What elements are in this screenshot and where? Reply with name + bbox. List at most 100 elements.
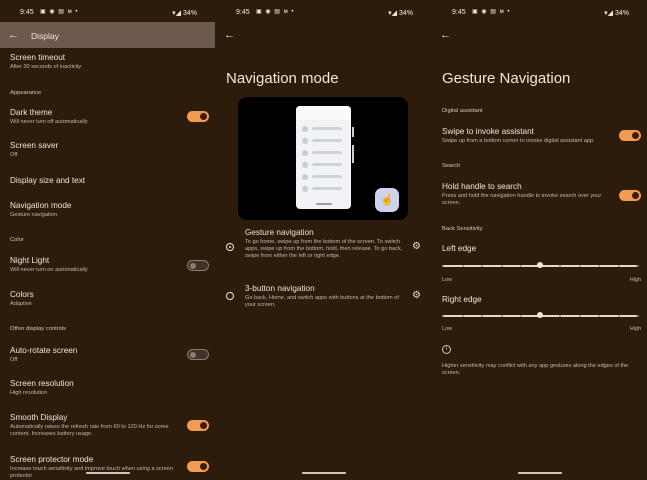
item-subtitle: Will never turn on automatically [10,267,88,273]
status-time: 9:45 [20,9,34,16]
gesture-hand-icon: ☝ [375,188,399,212]
item-subtitle: Press and hold the navigation handle to … [442,193,602,206]
status-bar: 9:45 ▣ ◉ ▤ ᴍ • ▾◢ 34% [216,0,431,24]
auto-rotate-item[interactable]: Auto-rotate screen Off [10,346,205,364]
back-arrow-icon[interactable]: ← [224,29,235,41]
back-arrow-icon[interactable]: ← [440,29,451,41]
notification-icons: ▣ ◉ ▤ ᴍ • [40,9,79,15]
screen-protector-item[interactable]: Screen protector mode Increase touch sen… [10,455,177,480]
option-title: 3-button navigation [245,284,315,293]
status-time: 9:45 [236,9,250,16]
smooth-display-toggle[interactable] [187,420,209,431]
item-subtitle: After 30 seconds of inactivity [10,64,82,70]
dark-theme-item[interactable]: Dark theme Will never turn off automatic… [10,108,205,126]
night-light-toggle[interactable] [187,260,209,271]
slider-tick [578,314,581,317]
item-subtitle: Will never turn off automatically [10,119,88,125]
status-time: 9:45 [452,9,466,16]
section-search: Search [442,163,461,169]
slider-tick [559,314,561,317]
slider-low-label: Low [442,326,453,332]
screen-protector-toggle[interactable] [187,461,209,472]
slider-tick [617,314,620,317]
mockup-side-button [352,145,354,163]
slider-tick [637,314,639,317]
slider-tick [481,314,483,317]
phone-mockup [296,106,351,209]
colors-item[interactable]: Colors Adaptive [10,290,205,308]
slider-tick [442,264,444,267]
page-title: Display [31,31,59,41]
section-appearance: Appearance [10,90,42,96]
slider-high-label: High [629,326,641,332]
right-edge-slider[interactable] [442,312,639,320]
slider-tick [500,264,503,267]
item-subtitle: Adaptive [10,301,32,307]
hold-handle-toggle[interactable] [619,190,641,201]
hold-handle-item[interactable]: Hold handle to search Press and hold the… [442,182,607,207]
item-title: Swipe to invoke assistant [442,127,534,136]
item-title: Display size and text [10,176,86,185]
gesture-navigation-option[interactable]: Gesture navigation To go home, swipe up … [245,228,405,260]
gesture-navigation-radio[interactable] [226,243,234,251]
auto-rotate-toggle[interactable] [187,349,209,360]
battery-indicator: ▾◢ 34% [388,10,413,17]
item-title: Auto-rotate screen [10,346,78,355]
slider-tick [520,314,522,317]
three-button-navigation-radio[interactable] [226,292,234,300]
slider-tick [461,314,464,317]
back-arrow-icon[interactable]: ← [8,29,19,41]
gesture-handle[interactable] [517,472,562,474]
item-title: Hold handle to search [442,182,522,191]
mockup-side-button [352,127,354,137]
status-bar: 9:45 ▣ ◉ ▤ ᴍ • ▾◢ 34% [432,0,647,24]
screen-timeout-item[interactable]: Screen timeout After 30 seconds of inact… [10,53,205,71]
screen-saver-item[interactable]: Screen saver Off [10,141,205,159]
app-bar: ← [432,22,647,48]
notification-icons: ▣ ◉ ▤ ᴍ • [256,9,295,15]
mockup-header [296,106,351,120]
night-light-item[interactable]: Night Light Will never turn on automatic… [10,256,205,274]
item-subtitle: Swipe up from a bottom corner to invoke … [442,138,595,144]
display-settings-panel: 9:45 ▣ ◉ ▤ ᴍ • ▾◢ 34% ← Display Screen t… [0,0,215,480]
three-button-navigation-option[interactable]: 3-button navigation Go back, Home, and s… [245,284,405,309]
display-size-item[interactable]: Display size and text [10,176,205,186]
section-other-controls: Other display controls [10,326,67,332]
status-bar: 9:45 ▣ ◉ ▤ ᴍ • ▾◢ 34% [0,0,215,24]
left-edge-label: Left edge [442,244,637,254]
item-title: Navigation mode [10,201,72,210]
item-title: Night Light [10,256,50,265]
right-edge-label: Right edge [442,295,637,305]
item-title: Screen protector mode [10,455,94,464]
slider-tick [578,264,581,267]
slider-tick [481,264,483,267]
battery-indicator: ▾◢ 34% [172,10,197,17]
page-title: Gesture Navigation [442,70,571,87]
swipe-assistant-toggle[interactable] [619,130,641,141]
navigation-mode-panel: 9:45 ▣ ◉ ▤ ᴍ • ▾◢ 34% ← Navigation mode … [216,0,431,480]
slider-thumb[interactable] [536,262,543,268]
slider-thumb[interactable] [536,312,543,318]
slider-tick [442,314,444,317]
slider-title: Left edge [442,244,477,253]
gesture-handle[interactable] [301,472,346,474]
dark-theme-toggle[interactable] [187,111,209,122]
item-subtitle: Automatically raises the refresh rate fr… [10,424,169,437]
slider-tick [617,264,620,267]
gesture-navigation-panel: 9:45 ▣ ◉ ▤ ᴍ • ▾◢ 34% ← Gesture Navigati… [432,0,647,480]
notification-icons: ▣ ◉ ▤ ᴍ • [472,9,511,15]
navigation-mode-item[interactable]: Navigation mode Gesture navigation [10,201,205,219]
gesture-handle[interactable] [85,472,130,474]
slider-title: Right edge [442,295,482,304]
slider-tick [598,264,600,267]
gear-icon[interactable]: ⚙ [412,241,421,252]
screen-resolution-item[interactable]: Screen resolution High resolution [10,379,205,397]
left-edge-slider[interactable] [442,262,639,270]
slider-tick [559,264,561,267]
battery-indicator: ▾◢ 34% [604,10,629,17]
item-title: Smooth Display [10,413,68,422]
gear-icon[interactable]: ⚙ [412,290,421,301]
swipe-assistant-item[interactable]: Swipe to invoke assistant Swipe up from … [442,127,607,145]
info-icon: i [442,345,451,354]
smooth-display-item[interactable]: Smooth Display Automatically raises the … [10,413,177,438]
